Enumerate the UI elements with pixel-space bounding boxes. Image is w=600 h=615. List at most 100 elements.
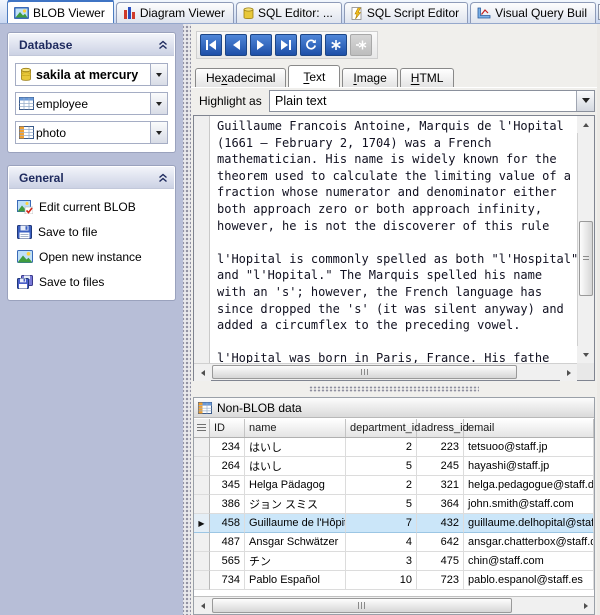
table-cell-adress-id[interactable]: 475 bbox=[417, 552, 464, 571]
grid-corner-button[interactable] bbox=[194, 419, 210, 437]
horizontal-scrollbar[interactable] bbox=[194, 363, 577, 380]
table-cell-email[interactable]: helga.pedagogue@staff.de bbox=[464, 476, 594, 495]
table-cell-adress-id[interactable]: 723 bbox=[417, 571, 464, 590]
row-selector[interactable] bbox=[194, 514, 210, 533]
dropdown-arrow-button[interactable] bbox=[576, 91, 594, 111]
tab-sql-script-editor[interactable]: SQL Script Editor bbox=[344, 2, 468, 23]
scrollbar-thumb[interactable] bbox=[212, 365, 517, 379]
database-select[interactable]: sakila at mercury bbox=[15, 63, 168, 86]
table-cell-id[interactable]: 264 bbox=[210, 457, 245, 476]
dropdown-arrow-button[interactable] bbox=[150, 64, 167, 85]
table-cell-email[interactable]: pablo.espanol@staff.es bbox=[464, 571, 594, 590]
row-selector[interactable] bbox=[194, 495, 210, 514]
highlight-as-select[interactable]: Plain text bbox=[269, 90, 595, 112]
dropdown-arrow-button[interactable] bbox=[150, 93, 167, 114]
table-cell-name[interactable]: はいし bbox=[245, 457, 346, 476]
column-header[interactable]: email bbox=[464, 419, 594, 437]
column-header[interactable]: adress_id bbox=[417, 419, 464, 437]
tab-hexadecimal[interactable]: Hexadecimal bbox=[195, 68, 286, 87]
general-group-header[interactable]: General bbox=[9, 167, 174, 189]
table-cell-email[interactable]: guillaume.delhopital@staff.es bbox=[464, 514, 594, 533]
table-cell-department-id[interactable]: 5 bbox=[346, 457, 417, 476]
table-cell-name[interactable]: Ansgar Schwätzer bbox=[245, 533, 346, 552]
table-row[interactable]: 734 Pablo Español 10 723 pablo.espanol@s… bbox=[194, 571, 594, 590]
table-cell-adress-id[interactable]: 642 bbox=[417, 533, 464, 552]
table-cell-name[interactable]: Pablo Español bbox=[245, 571, 346, 590]
table-cell-id[interactable]: 386 bbox=[210, 495, 245, 514]
scroll-left-button[interactable] bbox=[194, 597, 211, 614]
database-group-header[interactable]: Database bbox=[9, 34, 174, 56]
scrollbar-thumb[interactable] bbox=[212, 598, 512, 613]
table-cell-name[interactable]: はいし bbox=[245, 438, 346, 457]
table-cell-department-id[interactable]: 2 bbox=[346, 438, 417, 457]
table-cell-department-id[interactable]: 2 bbox=[346, 476, 417, 495]
table-cell-id[interactable]: 458 bbox=[210, 514, 245, 533]
table-row[interactable]: 264 はいし 5 245 hayashi@staff.jp bbox=[194, 457, 594, 476]
table-cell-id[interactable]: 565 bbox=[210, 552, 245, 571]
vertical-scrollbar[interactable] bbox=[577, 116, 594, 363]
scroll-left-button[interactable] bbox=[194, 364, 211, 381]
table-cell-department-id[interactable]: 4 bbox=[346, 533, 417, 552]
scroll-up-button[interactable] bbox=[577, 116, 594, 133]
table-cell-email[interactable]: john.smith@staff.com bbox=[464, 495, 594, 514]
blob-text-content[interactable]: Guillaume Francois Antoine, Marquis de l… bbox=[211, 116, 577, 363]
tab-sql-editor[interactable]: SQL Editor: ... bbox=[236, 2, 342, 23]
save-to-files-action[interactable]: Save to files bbox=[15, 269, 168, 294]
edit-current-blob-action[interactable]: Edit current BLOB bbox=[15, 194, 168, 219]
table-cell-department-id[interactable]: 7 bbox=[346, 514, 417, 533]
column-header[interactable]: name bbox=[245, 419, 346, 437]
refresh-button[interactable] bbox=[300, 34, 322, 56]
row-selector[interactable] bbox=[194, 438, 210, 457]
column-header[interactable]: department_id bbox=[346, 419, 417, 437]
table-cell-email[interactable]: ansgar.chatterbox@staff.de bbox=[464, 533, 594, 552]
row-selector[interactable] bbox=[194, 571, 210, 590]
next-record-button[interactable] bbox=[250, 34, 272, 56]
open-new-instance-action[interactable]: Open new instance bbox=[15, 244, 168, 269]
table-select[interactable]: employee bbox=[15, 92, 168, 115]
scroll-down-button[interactable] bbox=[577, 346, 594, 363]
collapse-chevron-icon[interactable] bbox=[158, 173, 168, 183]
table-cell-department-id[interactable]: 3 bbox=[346, 552, 417, 571]
row-selector[interactable] bbox=[194, 457, 210, 476]
table-cell-id[interactable]: 345 bbox=[210, 476, 245, 495]
tab-html[interactable]: HTML bbox=[400, 68, 455, 87]
tab-diagram-viewer[interactable]: Diagram Viewer bbox=[116, 2, 234, 23]
tab-image[interactable]: Image bbox=[342, 68, 397, 87]
save-to-file-action[interactable]: Save to file bbox=[15, 219, 168, 244]
table-cell-email[interactable]: tetsuoo@staff.jp bbox=[464, 438, 594, 457]
table-row[interactable]: 565 チン 3 475 chin@staff.com bbox=[194, 552, 594, 571]
table-cell-name[interactable]: Guillaume de l'Hôpital bbox=[245, 514, 346, 533]
tab-text[interactable]: Text bbox=[288, 65, 340, 87]
table-cell-email[interactable]: chin@staff.com bbox=[464, 552, 594, 571]
prior-record-button[interactable] bbox=[225, 34, 247, 56]
table-row[interactable]: 386 ジョン スミス 5 364 john.smith@staff.com bbox=[194, 495, 594, 514]
row-selector[interactable] bbox=[194, 476, 210, 495]
table-row[interactable]: 234 はいし 2 223 tetsuoo@staff.jp bbox=[194, 438, 594, 457]
column-header[interactable]: ID bbox=[210, 419, 245, 437]
table-row[interactable]: 458 Guillaume de l'Hôpital 7 432 guillau… bbox=[194, 514, 594, 533]
table-row[interactable]: 487 Ansgar Schwätzer 4 642 ansgar.chatte… bbox=[194, 533, 594, 552]
last-record-button[interactable] bbox=[275, 34, 297, 56]
table-cell-adress-id[interactable]: 432 bbox=[417, 514, 464, 533]
table-cell-adress-id[interactable]: 321 bbox=[417, 476, 464, 495]
row-selector[interactable] bbox=[194, 552, 210, 571]
table-cell-department-id[interactable]: 5 bbox=[346, 495, 417, 514]
table-cell-department-id[interactable]: 10 bbox=[346, 571, 417, 590]
table-cell-adress-id[interactable]: 245 bbox=[417, 457, 464, 476]
insert-record-button[interactable] bbox=[325, 34, 347, 56]
field-select[interactable]: photo bbox=[15, 121, 168, 144]
table-cell-name[interactable]: ジョン スミス bbox=[245, 495, 346, 514]
first-record-button[interactable] bbox=[200, 34, 222, 56]
sidebar-splitter[interactable] bbox=[183, 24, 191, 615]
table-cell-email[interactable]: hayashi@staff.jp bbox=[464, 457, 594, 476]
tab-blob-viewer[interactable]: BLOB Viewer bbox=[7, 0, 114, 23]
table-cell-name[interactable]: チン bbox=[245, 552, 346, 571]
row-selector[interactable] bbox=[194, 533, 210, 552]
table-cell-id[interactable]: 487 bbox=[210, 533, 245, 552]
tab-visual-query-builder[interactable]: Visual Query Buil bbox=[470, 2, 596, 23]
table-row[interactable]: 345 Helga Pädagog 2 321 helga.pedagogue@… bbox=[194, 476, 594, 495]
table-cell-adress-id[interactable]: 364 bbox=[417, 495, 464, 514]
scroll-right-button[interactable] bbox=[577, 597, 594, 614]
scroll-right-button[interactable] bbox=[560, 364, 577, 381]
panel-splitter[interactable] bbox=[191, 381, 597, 397]
